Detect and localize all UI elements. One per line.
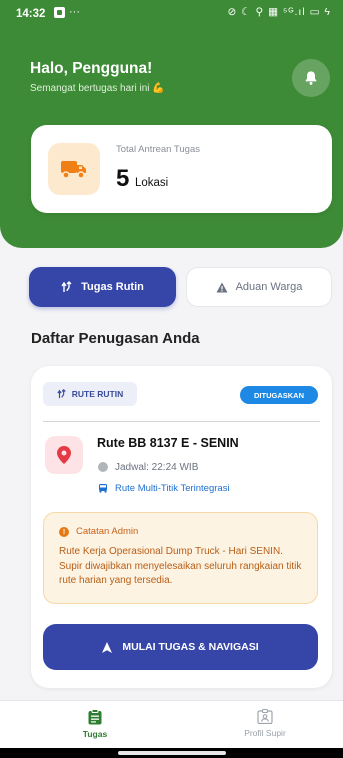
section-title: Daftar Penugasan Anda — [31, 330, 200, 347]
app-notification-icon — [54, 6, 65, 18]
tab-aduan-warga[interactable]: Aduan Warga — [186, 267, 332, 307]
summary-value: 5 — [116, 165, 130, 192]
truck-icon-box — [48, 143, 100, 195]
status-notification-icons: ··· — [54, 6, 80, 18]
header: 14:32 ··· ⊘ ☾ ⚲ ▦ ⁵ᴳ.ıl ▭ ϟ Halo, Penggu… — [0, 0, 343, 248]
tab-tugas-rutin[interactable]: Tugas Rutin — [29, 267, 176, 307]
start-task-button[interactable]: MULAI TUGAS & NAVIGASI — [43, 624, 318, 670]
nav-tugas[interactable]: Tugas — [67, 709, 123, 745]
start-task-label: MULAI TUGAS & NAVIGASI — [122, 641, 259, 653]
tab-aduan-warga-label: Aduan Warga — [235, 281, 303, 293]
task-title: Rute BB 8137 E - SENIN — [97, 436, 239, 450]
admin-note-title: Catatan Admin — [76, 526, 139, 537]
nav-profil-supir-label: Profil Supir — [244, 728, 286, 738]
id-card-icon — [257, 709, 273, 724]
admin-note-body: Rute Kerja Operasional Dump Truck - Hari… — [59, 546, 302, 586]
info-icon: ! — [59, 527, 69, 537]
status-right-icons: ⊘ ☾ ⚲ ▦ ⁵ᴳ.ıl ▭ ϟ — [227, 6, 331, 18]
status-badge: DITUGASKAN — [240, 386, 318, 404]
greeting-subtitle: Semangat bertugas hari ini 💪 — [30, 83, 165, 94]
greeting-title: Halo, Pengguna! — [30, 60, 153, 77]
task-card: RUTE RUTIN DITUGASKAN Rute BB 8137 E - S… — [31, 366, 332, 688]
bus-icon — [99, 484, 107, 493]
divider — [43, 421, 320, 422]
route-icon — [61, 281, 72, 292]
admin-note: ! Catatan Admin Rute Kerja Operasional D… — [43, 512, 318, 604]
task-mode: Rute Multi-Titik Terintegrasi — [115, 483, 230, 494]
nav-profil-supir[interactable]: Profil Supir — [230, 709, 300, 745]
home-indicator[interactable] — [118, 751, 226, 755]
warning-icon — [216, 282, 228, 292]
location-pin-box — [45, 436, 83, 474]
tab-tugas-rutin-label: Tugas Rutin — [81, 281, 144, 293]
status-bar: 14:32 ··· ⊘ ☾ ⚲ ▦ ⁵ᴳ.ıl ▭ ϟ — [0, 0, 343, 28]
more-notifications-icon: ··· — [69, 6, 80, 18]
summary-unit: Lokasi — [135, 177, 169, 189]
clipboard-icon — [88, 709, 102, 725]
nav-tugas-label: Tugas — [82, 729, 108, 739]
notification-button[interactable] — [292, 59, 330, 97]
bottom-nav: Tugas Profil Supir — [0, 700, 343, 748]
truck-icon — [61, 161, 86, 179]
task-type-badge: RUTE RUTIN — [43, 382, 137, 406]
location-pin-icon — [57, 446, 71, 464]
navigation-arrow-icon — [102, 641, 113, 653]
clock-icon — [98, 462, 108, 472]
task-type-label: RUTE RUTIN — [71, 389, 124, 399]
summary-label: Total Antrean Tugas — [116, 144, 200, 155]
system-navigation-bar — [0, 748, 343, 758]
summary-card: Total Antrean Tugas 5 Lokasi — [31, 125, 332, 213]
bell-icon — [305, 71, 317, 85]
status-time: 14:32 — [16, 8, 46, 20]
task-schedule: Jadwal: 22:24 WIB — [115, 462, 199, 473]
route-icon — [57, 389, 66, 399]
